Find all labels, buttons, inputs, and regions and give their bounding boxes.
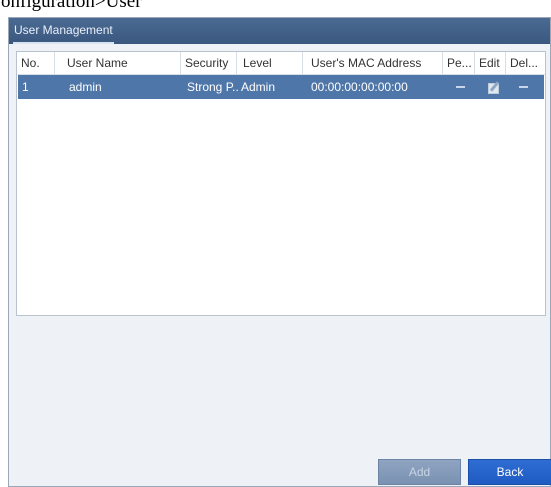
cell-user-name: admin bbox=[69, 80, 102, 94]
header-delete[interactable]: Del... bbox=[506, 52, 545, 74]
header-security[interactable]: Security bbox=[181, 52, 237, 74]
user-management-window: User Management No. User Name Security L… bbox=[8, 17, 551, 487]
cell-level: Admin bbox=[241, 80, 276, 94]
delete-dash-icon[interactable] bbox=[507, 75, 546, 99]
header-user-name[interactable]: User Name bbox=[55, 52, 181, 74]
header-edit[interactable]: Edit bbox=[475, 52, 506, 74]
header-level[interactable]: Level bbox=[237, 52, 303, 74]
window-titlebar: User Management bbox=[9, 18, 550, 44]
cell-no: 1 bbox=[22, 80, 29, 94]
add-button[interactable]: Add bbox=[378, 459, 461, 485]
cell-security: Strong P... bbox=[187, 80, 238, 94]
header-permission[interactable]: Pe... bbox=[443, 52, 475, 74]
tab-user-management[interactable]: User Management bbox=[13, 22, 114, 44]
back-button[interactable]: Back bbox=[468, 459, 551, 485]
table-row[interactable]: 1 admin Strong P... Admin 00:00:00:00:00… bbox=[18, 75, 544, 99]
page-header-text: onfiguration>User bbox=[1, 0, 142, 12]
edit-button[interactable] bbox=[476, 75, 507, 99]
edit-pencil-icon bbox=[488, 81, 500, 94]
header-mac-address[interactable]: User's MAC Address bbox=[303, 52, 443, 74]
table-header: No. User Name Security Level User's MAC … bbox=[17, 52, 545, 75]
cell-mac-address: 00:00:00:00:00:00 bbox=[311, 80, 408, 94]
user-table: No. User Name Security Level User's MAC … bbox=[16, 51, 546, 316]
header-no[interactable]: No. bbox=[17, 52, 55, 74]
permission-dash-icon[interactable] bbox=[444, 75, 476, 99]
